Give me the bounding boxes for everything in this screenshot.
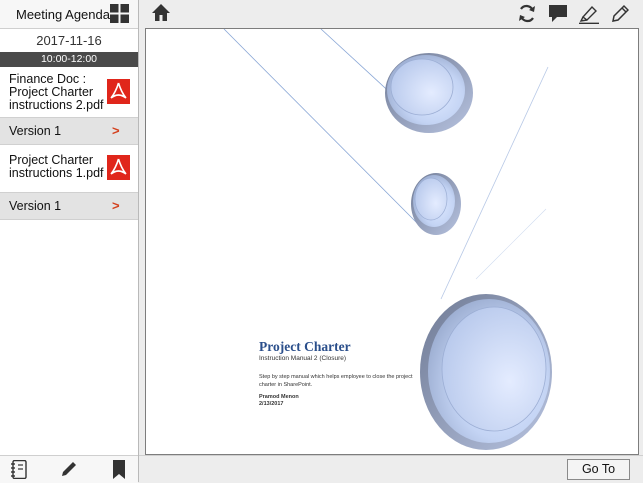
document-title: Project Charter [259, 339, 351, 354]
home-icon[interactable] [151, 3, 171, 22]
document-description: Step by step manual which helps employee… [259, 374, 413, 388]
version-row[interactable]: Version 1 > [0, 117, 138, 145]
sync-icon[interactable] [518, 4, 536, 23]
document-date: 2/13/2017 [259, 401, 284, 407]
document-name: Finance Doc : Project Charter instructio… [9, 72, 104, 112]
document-author: Pramod Menon [259, 394, 299, 400]
decorative-bubble [390, 58, 454, 116]
meeting-date: 2017-11-16 [36, 33, 102, 48]
pencil-icon[interactable] [611, 4, 629, 23]
document-subtitle: Instruction Manual 2 (Closure) [259, 355, 347, 362]
comment-icon[interactable] [548, 4, 568, 23]
bookmark-icon[interactable] [113, 460, 125, 479]
decorative-bubble [414, 177, 448, 221]
edit-icon[interactable] [60, 460, 78, 478]
document-item[interactable]: Project Charter instructions 1.pdf [0, 146, 138, 194]
goto-button[interactable]: Go To [567, 459, 630, 480]
version-label: Version 1 [9, 124, 62, 138]
highlighter-icon[interactable] [579, 4, 599, 24]
sidebar-footer [0, 455, 138, 483]
version-row[interactable]: Version 1 > [0, 192, 138, 220]
top-toolbar [139, 0, 643, 28]
grid-view-icon[interactable] [110, 4, 129, 23]
notebook-icon[interactable] [11, 460, 27, 479]
pdf-icon [107, 79, 130, 104]
chevron-right-icon: > [112, 198, 120, 213]
decorative-bubble [441, 306, 547, 432]
sidebar-title: Meeting Agenda [16, 7, 110, 22]
document-viewer[interactable]: Project Charter Instruction Manual 2 (Cl… [145, 28, 639, 455]
sidebar-header: Meeting Agenda [0, 0, 138, 29]
document-item[interactable]: Finance Doc : Project Charter instructio… [0, 69, 138, 117]
bottom-bar: Go To [139, 455, 643, 483]
pdf-icon [107, 155, 130, 180]
version-label: Version 1 [9, 199, 62, 213]
page-cover-art [223, 29, 552, 450]
document-name: Project Charter instructions 1.pdf [9, 153, 104, 180]
agenda-sidebar: Meeting Agenda 2017-11-16 10:00-12:00 Fi… [0, 0, 139, 483]
chevron-right-icon: > [112, 123, 120, 138]
meeting-time: 10:00-12:00 [0, 52, 138, 67]
